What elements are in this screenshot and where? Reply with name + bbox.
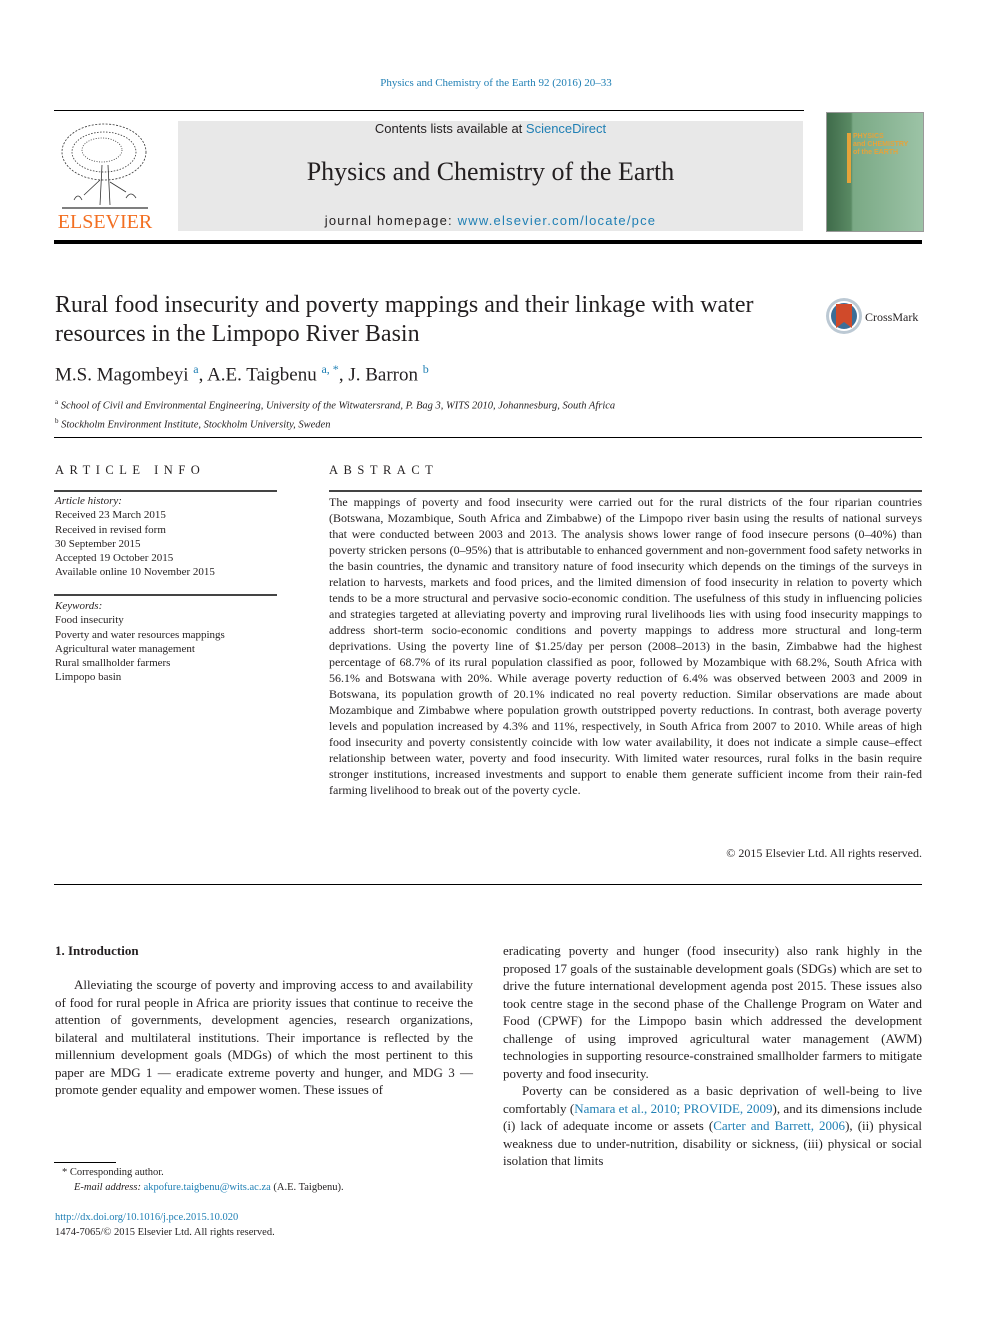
section-heading-introduction: 1. Introduction — [55, 943, 139, 958]
keywords-label: Keywords: — [55, 600, 103, 612]
header-rule-top — [54, 110, 804, 111]
body-column-right: eradicating poverty and hunger (food ins… — [503, 942, 922, 1170]
email-link[interactable]: akpofure.taigbenu@wits.ac.za — [144, 1182, 271, 1193]
elsevier-logo[interactable]: ELSEVIER — [54, 120, 156, 233]
journal-cover-image[interactable]: PHYSICS and CHEMISTRY of the EARTH — [826, 112, 924, 232]
keyword: Poverty and water resources mappings — [55, 628, 225, 641]
body-column-left: Alleviating the scourge of poverty and i… — [55, 976, 473, 1099]
footnote-divider — [54, 1162, 116, 1163]
keyword: Food insecurity — [55, 614, 124, 627]
paragraph: Alleviating the scourge of poverty and i… — [55, 977, 473, 1097]
keyword: Rural smallholder farmers — [55, 657, 171, 670]
divider — [54, 594, 277, 596]
citation-link[interactable]: Carter and Barrett, 2006 — [713, 1118, 845, 1133]
author-name: J. Barron — [348, 364, 418, 386]
journal-homepage-link[interactable]: www.elsevier.com/locate/pce — [458, 213, 657, 228]
abstract-text: The mappings of poverty and food insecur… — [329, 495, 922, 797]
corresponding-author-note: * Corresponding author. — [62, 1167, 164, 1178]
crossmark-label: CrossMark — [865, 310, 918, 324]
journal-reference-link[interactable]: Physics and Chemistry of the Earth 92 (2… — [0, 77, 992, 89]
header-rule-bottom — [54, 240, 922, 244]
crossmark-icon: CrossMark — [826, 298, 918, 334]
issn-copyright: 1474-7065/© 2015 Elsevier Ltd. All right… — [55, 1227, 275, 1238]
contents-prefix: Contents lists available at — [374, 121, 526, 136]
article-info-heading: ARTICLE INFO — [55, 463, 206, 477]
keyword: Limpopo basin — [55, 671, 122, 684]
abstract-heading: ABSTRACT — [329, 463, 439, 477]
doi-block: http://dx.doi.org/10.1016/j.pce.2015.10.… — [55, 1210, 275, 1240]
cover-label-bar — [847, 133, 851, 183]
divider — [329, 490, 922, 492]
elsevier-logo-text: ELSEVIER — [58, 211, 153, 232]
keywords: Keywords: Food insecurity Poverty and wa… — [55, 599, 225, 685]
crossmark-button[interactable]: CrossMark — [825, 296, 925, 336]
keyword: Agricultural water management — [55, 642, 195, 655]
citation-link[interactable]: Namara et al., 2010; PROVIDE, 2009 — [574, 1101, 772, 1116]
abstract-copyright: © 2015 Elsevier Ltd. All rights reserved… — [726, 846, 922, 860]
journal-title: Physics and Chemistry of the Earth — [306, 157, 675, 186]
author-affiliation-link[interactable]: b — [423, 362, 429, 376]
history-item: Available online 10 November 2015 — [55, 566, 215, 579]
divider — [54, 884, 922, 885]
history-item: Received in revised form — [55, 523, 166, 536]
divider — [54, 490, 277, 492]
history-item: 30 September 2015 — [55, 537, 141, 550]
history-item: Accepted 19 October 2015 — [55, 552, 174, 565]
email-note: E-mail address: akpofure.taigbenu@wits.a… — [74, 1182, 344, 1193]
history-label: Article history: — [55, 495, 122, 507]
author-list: M.S. Magombeyi a, A.E. Taigbenu a, *, J.… — [55, 362, 429, 386]
affiliation: b Stockholm Environment Institute, Stock… — [55, 416, 331, 431]
divider — [54, 437, 922, 438]
affiliations: a School of Civil and Environmental Engi… — [55, 395, 615, 432]
author-affiliation-link[interactable]: a, * — [321, 362, 338, 376]
author-name: M.S. Magombeyi — [55, 364, 189, 386]
homepage-line: journal homepage: www.elsevier.com/locat… — [178, 213, 803, 228]
author-name: A.E. Taigbenu — [207, 364, 317, 386]
article-title: Rural food insecurity and poverty mappin… — [55, 292, 754, 347]
affiliation: a School of Civil and Environmental Engi… — [55, 398, 616, 412]
homepage-prefix: journal homepage: — [324, 213, 458, 228]
elsevier-tree-icon: ELSEVIER — [54, 120, 156, 233]
paragraph: eradicating poverty and hunger (food ins… — [503, 943, 922, 1081]
article-history: Article history: Received 23 March 2015 … — [55, 494, 215, 580]
paragraph: Poverty can be considered as a basic dep… — [503, 1083, 922, 1168]
sciencedirect-link[interactable]: ScienceDirect — [526, 121, 606, 136]
cover-title: PHYSICS and CHEMISTRY of the EARTH — [853, 133, 909, 156]
doi-link[interactable]: http://dx.doi.org/10.1016/j.pce.2015.10.… — [55, 1212, 238, 1223]
footnotes: * Corresponding author. E-mail address: … — [62, 1165, 344, 1195]
contents-line: Contents lists available at ScienceDirec… — [178, 121, 803, 136]
history-item: Received 23 March 2015 — [55, 509, 166, 522]
